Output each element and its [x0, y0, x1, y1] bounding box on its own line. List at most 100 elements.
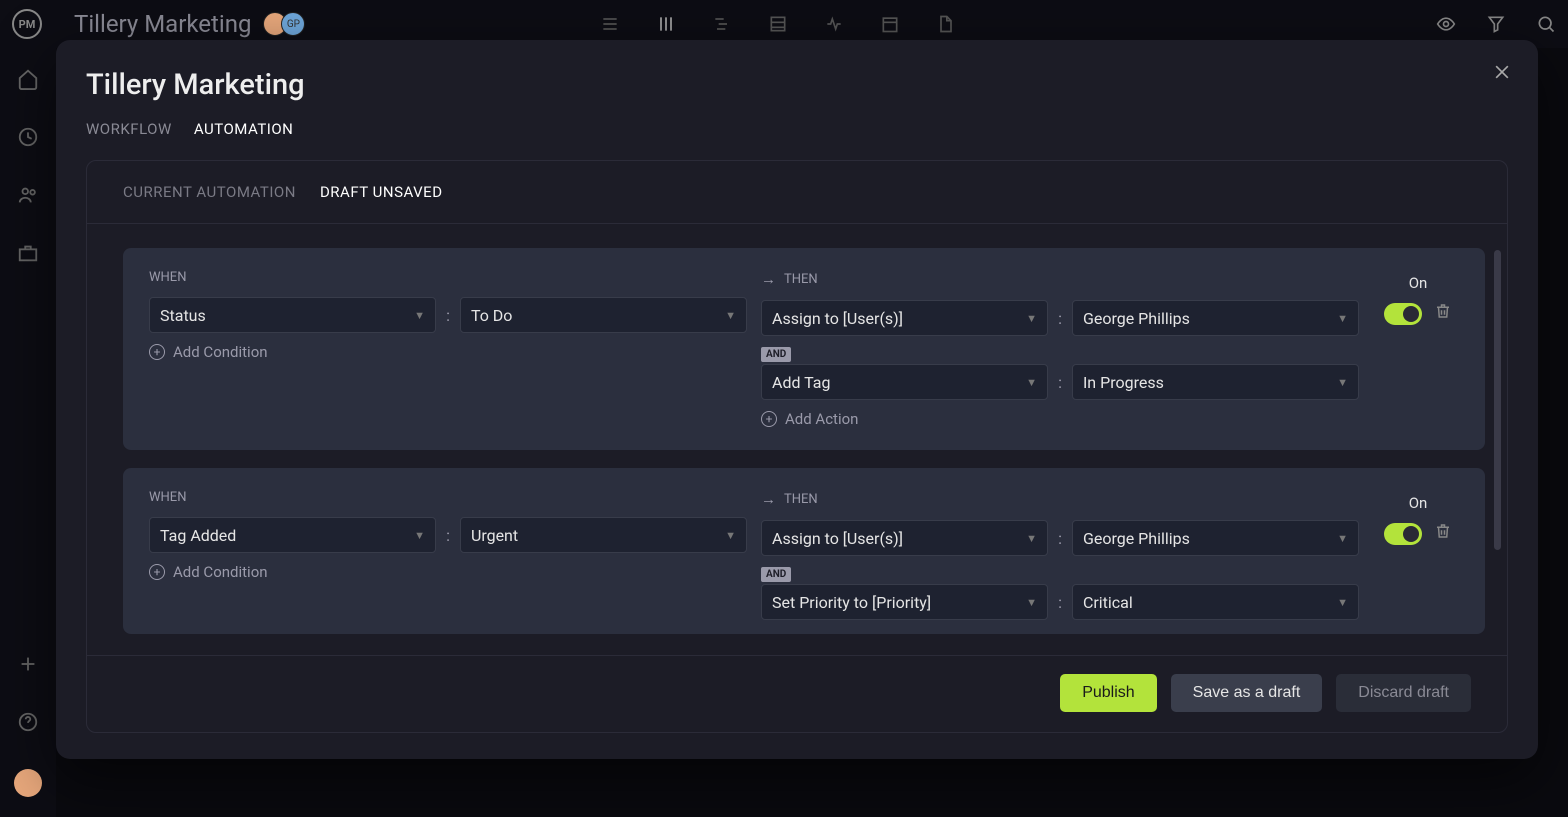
sub-tab-draft[interactable]: DRAFT UNSAVED: [320, 183, 443, 201]
briefcase-icon[interactable]: [17, 242, 39, 264]
toggle-label: On: [1409, 494, 1428, 512]
list-view-icon[interactable]: [600, 14, 620, 34]
when-field-dropdown[interactable]: Status ▼: [149, 297, 436, 333]
activity-view-icon[interactable]: [824, 14, 844, 34]
plus-circle-icon: +: [149, 344, 165, 360]
then-value-dropdown[interactable]: George Phillips ▼: [1072, 520, 1359, 556]
home-icon[interactable]: [17, 68, 39, 90]
when-value-dropdown[interactable]: Urgent ▼: [460, 517, 747, 553]
chevron-down-icon: ▼: [1337, 596, 1348, 609]
top-right-tools: [1436, 14, 1556, 34]
add-action-link[interactable]: + Add Action: [761, 410, 1359, 428]
chevron-down-icon: ▼: [414, 529, 425, 542]
then-label: → THEN: [761, 270, 1359, 288]
chevron-down-icon: ▼: [1026, 376, 1037, 389]
rules-container: WHEN Status ▼ : To Do ▼ +: [87, 224, 1507, 655]
when-field-dropdown[interactable]: Tag Added ▼: [149, 517, 436, 553]
chevron-down-icon: ▼: [1026, 312, 1037, 325]
scrollbar-thumb[interactable]: [1494, 250, 1501, 550]
chevron-down-icon: ▼: [725, 309, 736, 322]
add-condition-link[interactable]: + Add Condition: [149, 343, 747, 361]
avatar-group: GP: [269, 12, 305, 36]
current-user-avatar[interactable]: [14, 769, 42, 797]
chevron-down-icon: ▼: [1026, 532, 1037, 545]
plus-icon[interactable]: [17, 653, 39, 675]
then-text: THEN: [784, 492, 818, 507]
eye-icon[interactable]: [1436, 14, 1456, 34]
automation-rule: WHEN Tag Added ▼ : Urgent ▼ +: [123, 468, 1485, 634]
dropdown-value: Tag Added: [160, 526, 236, 545]
and-badge: AND: [761, 567, 791, 582]
dropdown-value: Set Priority to [Priority]: [772, 593, 931, 612]
chevron-down-icon: ▼: [1026, 596, 1037, 609]
dropdown-value: Add Tag: [772, 373, 831, 392]
dropdown-value: Status: [160, 306, 206, 325]
add-action-label: Add Action: [785, 410, 858, 428]
publish-button[interactable]: Publish: [1060, 674, 1156, 712]
dropdown-value: George Phillips: [1083, 529, 1190, 548]
delete-rule-button[interactable]: [1434, 302, 1452, 325]
then-side: → THEN Assign to [User(s)] ▼ : George Ph…: [761, 270, 1359, 428]
close-button[interactable]: [1492, 62, 1512, 88]
when-label: WHEN: [149, 270, 747, 285]
file-view-icon[interactable]: [936, 14, 956, 34]
team-icon[interactable]: [17, 184, 39, 206]
discard-draft-button[interactable]: Discard draft: [1336, 674, 1471, 712]
rule-enable-toggle[interactable]: [1384, 523, 1422, 545]
separator: :: [444, 526, 452, 545]
when-side: WHEN Status ▼ : To Do ▼ +: [149, 270, 747, 428]
tab-automation[interactable]: AUTOMATION: [194, 120, 294, 138]
left-nav-rail: [0, 48, 56, 817]
board-view-icon[interactable]: [656, 14, 676, 34]
calendar-view-icon[interactable]: [880, 14, 900, 34]
search-icon[interactable]: [1536, 14, 1556, 34]
then-side: → THEN Assign to [User(s)] ▼ : George Ph…: [761, 490, 1359, 626]
chevron-down-icon: ▼: [1337, 312, 1348, 325]
automation-panel: CURRENT AUTOMATION DRAFT UNSAVED WHEN St…: [86, 160, 1508, 733]
then-text: THEN: [784, 272, 818, 287]
and-badge: AND: [761, 347, 791, 362]
plus-circle-icon: +: [149, 564, 165, 580]
sheet-view-icon[interactable]: [768, 14, 788, 34]
save-draft-button[interactable]: Save as a draft: [1171, 674, 1323, 712]
delete-rule-button[interactable]: [1434, 522, 1452, 545]
when-value-dropdown[interactable]: To Do ▼: [460, 297, 747, 333]
arrow-right-icon: →: [761, 270, 776, 288]
automation-modal: Tillery Marketing WORKFLOW AUTOMATION CU…: [56, 40, 1538, 759]
add-condition-label: Add Condition: [173, 343, 268, 361]
then-value-dropdown[interactable]: George Phillips ▼: [1072, 300, 1359, 336]
when-side: WHEN Tag Added ▼ : Urgent ▼ +: [149, 490, 747, 626]
chevron-down-icon: ▼: [1337, 376, 1348, 389]
chevron-down-icon: ▼: [725, 529, 736, 542]
plus-circle-icon: +: [761, 411, 777, 427]
then-action-dropdown[interactable]: Assign to [User(s)] ▼: [761, 300, 1048, 336]
help-icon[interactable]: [17, 711, 39, 733]
separator: :: [1056, 593, 1064, 612]
sub-tab-current[interactable]: CURRENT AUTOMATION: [123, 183, 296, 201]
filter-icon[interactable]: [1486, 14, 1506, 34]
add-condition-link[interactable]: + Add Condition: [149, 563, 747, 581]
project-title-bg: Tillery Marketing: [74, 10, 251, 38]
automation-sub-tabs: CURRENT AUTOMATION DRAFT UNSAVED: [87, 161, 1507, 224]
modal-tabs: WORKFLOW AUTOMATION: [56, 102, 1538, 160]
avatar: GP: [281, 12, 305, 36]
tab-workflow[interactable]: WORKFLOW: [86, 120, 172, 138]
rule-enable-toggle[interactable]: [1384, 303, 1422, 325]
separator: :: [1056, 529, 1064, 548]
then-action-dropdown[interactable]: Assign to [User(s)] ▼: [761, 520, 1048, 556]
view-switcher: [600, 14, 956, 34]
arrow-right-icon: →: [761, 490, 776, 508]
then-value-dropdown[interactable]: Critical ▼: [1072, 584, 1359, 620]
recent-icon[interactable]: [17, 126, 39, 148]
when-label: WHEN: [149, 490, 747, 505]
chevron-down-icon: ▼: [1337, 532, 1348, 545]
then-value-dropdown[interactable]: In Progress ▼: [1072, 364, 1359, 400]
automation-rule: WHEN Status ▼ : To Do ▼ +: [123, 248, 1485, 450]
gantt-view-icon[interactable]: [712, 14, 732, 34]
then-label: → THEN: [761, 490, 1359, 508]
then-action-dropdown[interactable]: Set Priority to [Priority] ▼: [761, 584, 1048, 620]
modal-title: Tillery Marketing: [56, 68, 1538, 102]
add-condition-label: Add Condition: [173, 563, 268, 581]
toggle-label: On: [1409, 274, 1428, 292]
then-action-dropdown[interactable]: Add Tag ▼: [761, 364, 1048, 400]
